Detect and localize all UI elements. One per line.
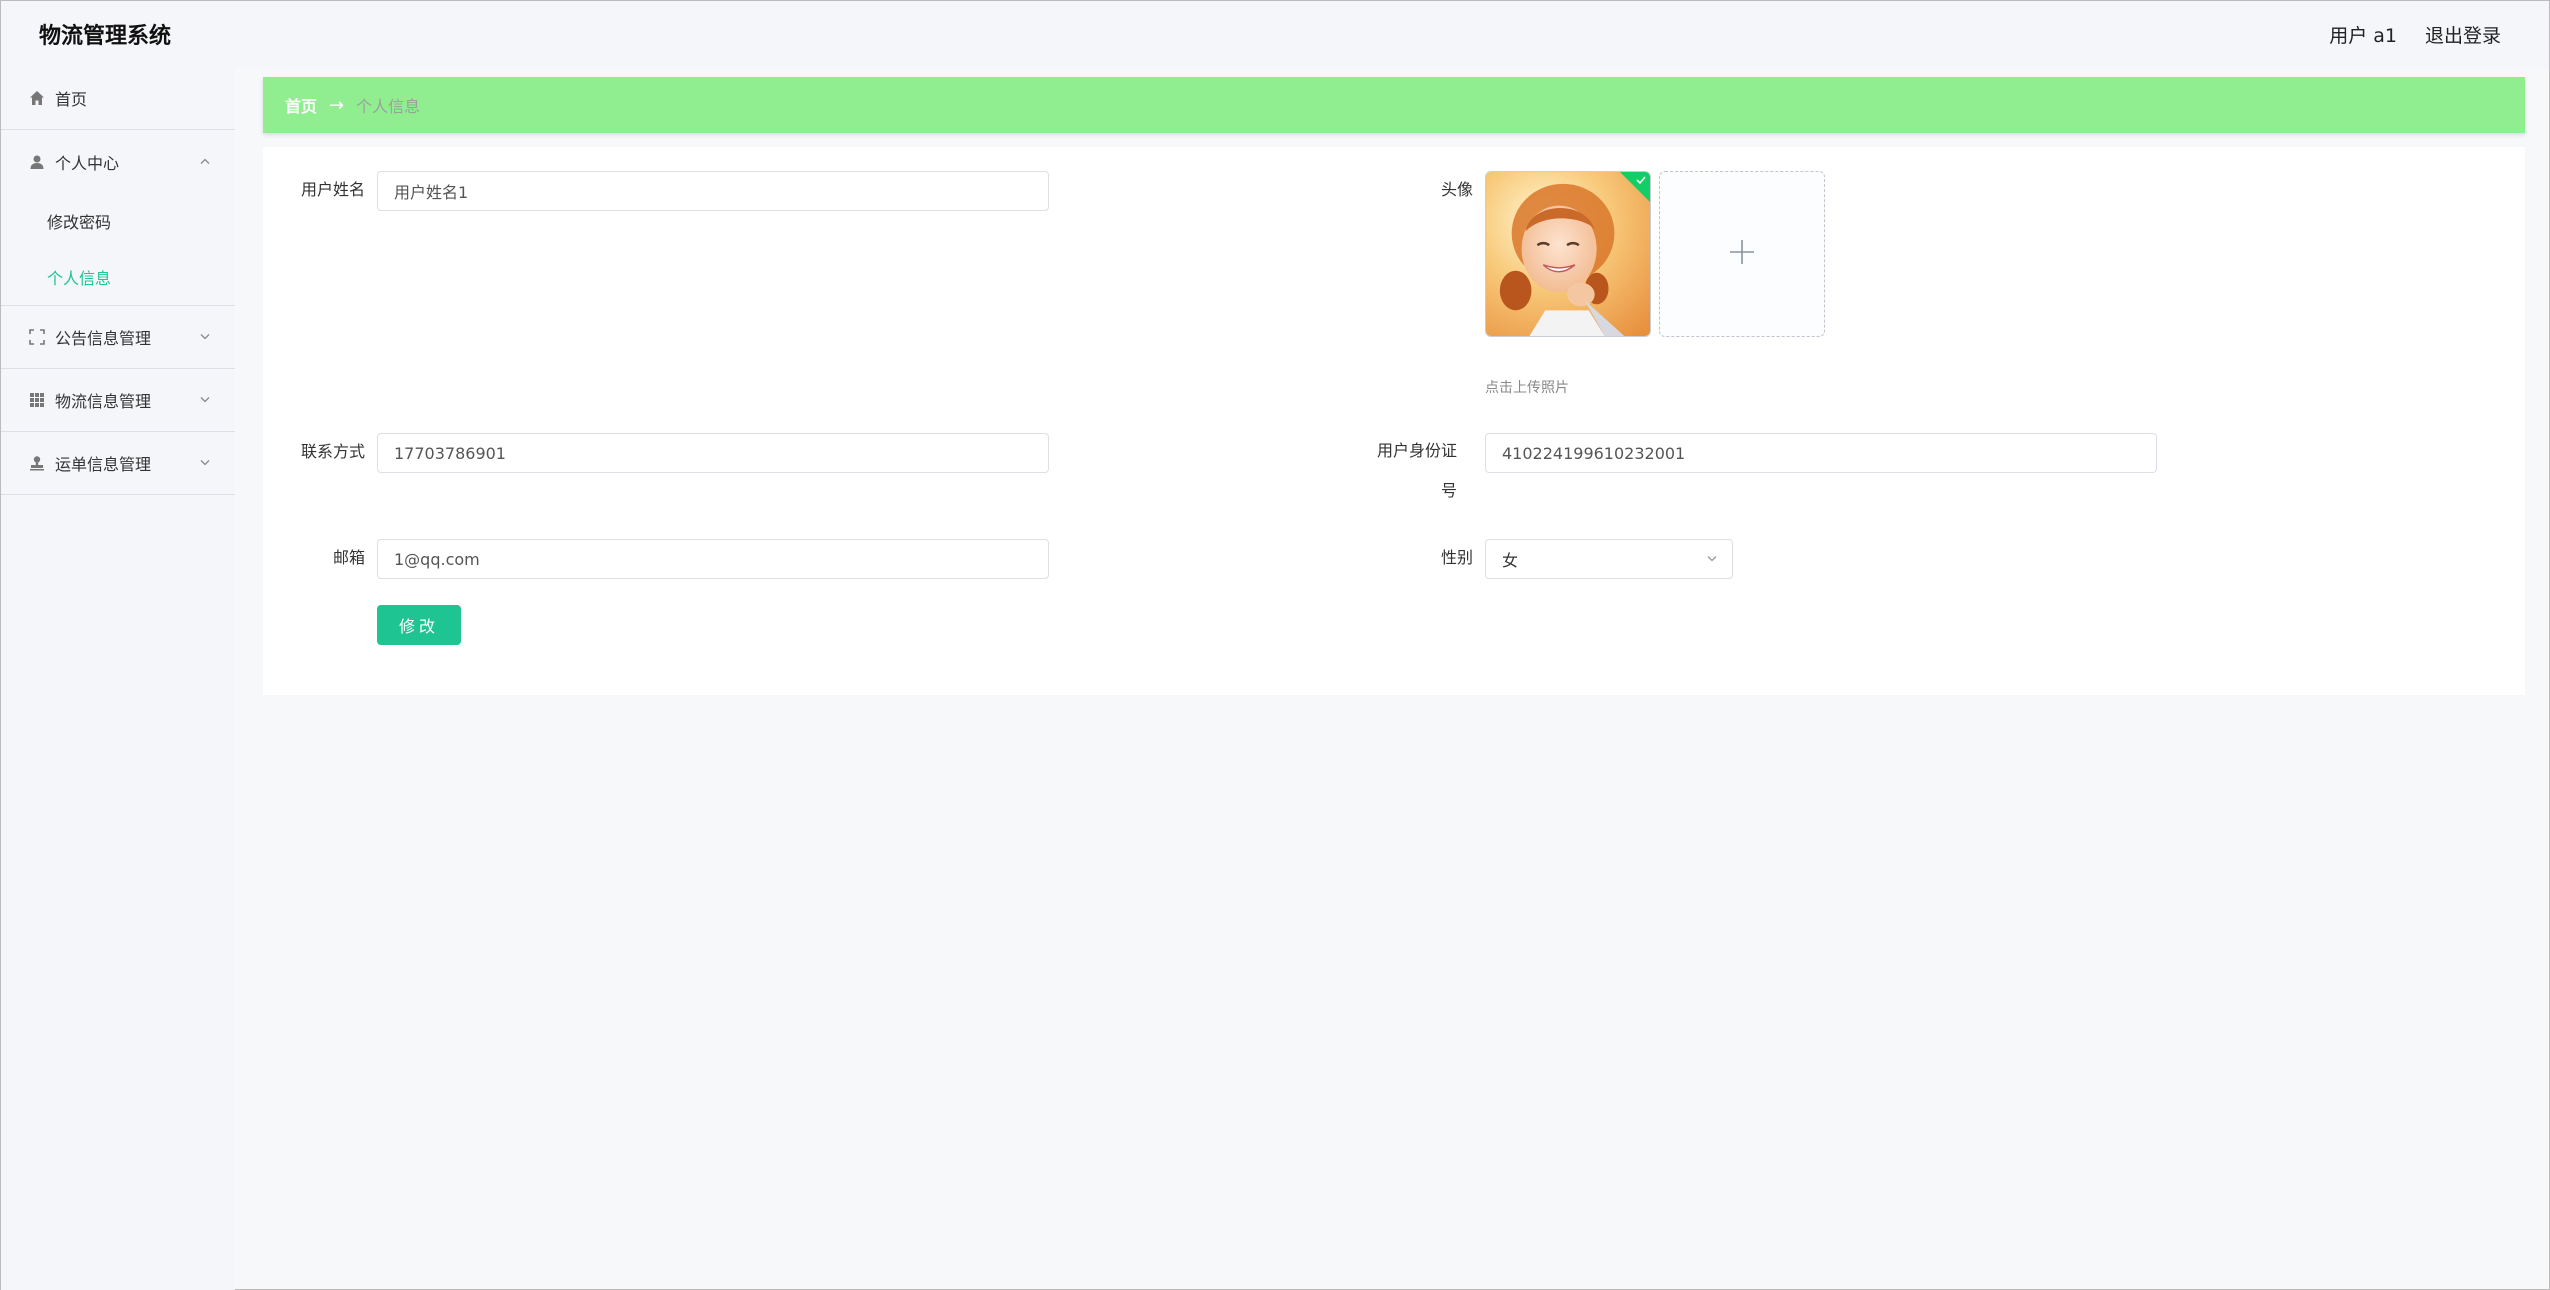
sidebar-item-home[interactable]: 首页 (1, 67, 235, 130)
sidebar-item-change-password[interactable]: 修改密码 (1, 193, 235, 249)
idcard-label: 用户身份证号 (1377, 441, 1458, 500)
breadcrumb-current: 个人信息 (356, 97, 421, 116)
sidebar-item-logistics-mgmt[interactable]: 物流信息管理 (1, 369, 235, 432)
submit-button[interactable]: 修改 (377, 605, 461, 645)
header-user-area: 用户 a1 退出登录 (2329, 21, 2501, 48)
email-input[interactable] (377, 539, 1049, 579)
app-window: 物流管理系统 用户 a1 退出登录 首页 个人中心 修改密码 个人信息 公告信息… (0, 0, 2550, 1290)
chevron-down-icon (199, 454, 211, 473)
app-title: 物流管理系统 (39, 24, 172, 49)
top-header: 物流管理系统 用户 a1 退出登录 (1, 1, 2549, 67)
sidebar-item-label: 个人中心 (55, 153, 120, 173)
sidebar-item-personal-info[interactable]: 个人信息 (1, 249, 235, 305)
sidebar-item-label: 运单信息管理 (55, 455, 152, 474)
email-label: 邮箱 (332, 548, 365, 567)
stamp-icon (27, 455, 47, 471)
logout-link[interactable]: 退出登录 (2425, 21, 2501, 48)
chevron-down-icon (199, 328, 211, 347)
username-label: 用户姓名 (300, 180, 365, 199)
avatar-preview[interactable] (1485, 171, 1651, 337)
gender-select[interactable]: 女 (1485, 539, 1733, 579)
profile-form: 用户姓名 头像 (263, 147, 2525, 695)
sidebar-group-personal: 个人中心 修改密码 个人信息 (1, 130, 235, 306)
fullscreen-icon (27, 329, 47, 345)
chevron-down-icon (199, 391, 211, 410)
home-icon (27, 90, 47, 106)
upload-hint: 点击上传照片 (1485, 380, 1569, 396)
grid-icon (27, 392, 47, 408)
username-input[interactable] (377, 171, 1049, 211)
sidebar-item-notice-mgmt[interactable]: 公告信息管理 (1, 306, 235, 369)
user-icon (27, 154, 47, 170)
contact-label: 联系方式 (300, 442, 365, 461)
sidebar-item-label: 物流信息管理 (55, 392, 152, 411)
gender-selected-value: 女 (1502, 551, 1519, 570)
breadcrumb: 首页 → 个人信息 (263, 77, 2525, 133)
sidebar-item-personal-center[interactable]: 个人中心 (1, 130, 235, 193)
gender-label: 性别 (1440, 548, 1473, 567)
avatar-label: 头像 (1440, 180, 1473, 199)
idcard-input[interactable] (1485, 433, 2157, 473)
chevron-up-icon (199, 152, 211, 171)
sidebar: 首页 个人中心 修改密码 个人信息 公告信息管理 物流信息管理 运单信息管理 (1, 67, 235, 1290)
contact-input[interactable] (377, 433, 1049, 473)
breadcrumb-home-link[interactable]: 首页 (285, 93, 317, 117)
chevron-down-icon (1706, 550, 1718, 569)
avatar-upload-button[interactable] (1659, 171, 1825, 337)
sidebar-item-label: 公告信息管理 (55, 329, 152, 348)
breadcrumb-arrow-icon: → (329, 94, 345, 116)
plus-icon (1728, 238, 1756, 270)
current-user-label: 用户 a1 (2329, 24, 2397, 47)
sidebar-item-label: 首页 (55, 90, 88, 109)
sidebar-item-waybill-mgmt[interactable]: 运单信息管理 (1, 432, 235, 495)
